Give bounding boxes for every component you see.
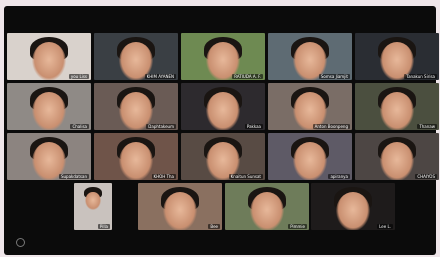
participant-tile[interactable]: Chalisa [7,83,91,130]
participant-video-face [163,192,197,230]
participant-name-label: Somsa Jiamjit [318,74,350,79]
participant-video-face [119,142,153,180]
participant-tile[interactable]: you Liss [7,33,91,80]
participant-tile[interactable]: Supakdatsan [7,133,91,180]
participant-tile[interactable]: Thanaw [355,83,439,130]
participant-name-label: Anton Boonpeng [312,124,350,129]
participant-tile[interactable]: Pakkaa [181,83,265,130]
participant-tile[interactable]: Anton Boonpeng [268,83,352,130]
participant-name-label: KHOH Tha [151,174,176,179]
participant-tile[interactable]: Knaitun Sunsat [181,133,265,180]
participant-tile[interactable]: Pilla [74,183,112,230]
participant-video-face [380,92,414,130]
participant-name-label: RATIUDA A. F. [232,74,263,79]
participant-name-label: KHIM AYANEN [144,74,176,79]
participant-grid: you Liss KHIM AYANEN RATIUDA A. F. Somsa Ji… [4,6,439,255]
participant-name-label: Supakdatsan [58,174,89,179]
meeting-menu-icon[interactable] [16,238,25,247]
participant-video-face [206,92,240,130]
participant-video-face [85,192,101,211]
participant-name-label: Daphtakeum [146,124,176,129]
participant-video-face [32,42,66,80]
participant-tile[interactable]: CHAIYOS [355,133,439,180]
participant-name-label: Bee [208,224,220,229]
participant-tile[interactable]: Bee [138,183,222,230]
participant-tile[interactable]: Pimmie [225,183,309,230]
participant-tile[interactable]: Tanakun Sirisa [355,33,439,80]
participant-video-face [336,192,370,230]
participant-name-label: apiranya [328,174,350,179]
participant-video-face [293,142,327,180]
participant-tile[interactable]: RATIUDA A. F. [181,33,265,80]
participant-video-face [250,192,284,230]
participant-name-label: Lee L. [377,224,393,229]
participant-tile[interactable]: Lee L. [311,183,395,230]
participant-video-face [380,142,414,180]
participant-name-label: Tanakun Sirisa [404,74,437,79]
participant-name-label: Pakkaa [244,124,263,129]
participant-name-label: Knaitun Sunsat [228,174,263,179]
participant-video-face [32,92,66,130]
participant-tile[interactable]: KHOH Tha [94,133,178,180]
participant-tile[interactable]: Daphtakeum [94,83,178,130]
participant-name-label: you Liss [68,74,89,79]
participant-name-label: CHAIYOS [415,174,437,179]
participant-tile[interactable]: apiranya [268,133,352,180]
participant-name-label: Pilla [97,224,110,229]
participant-name-label: Thanaw [417,124,437,129]
zoom-gallery-window: you Liss KHIM AYANEN RATIUDA A. F. Somsa Ji… [4,6,439,255]
participant-name-label: Pimmie [288,224,307,229]
participant-tile[interactable]: Somsa Jiamjit [268,33,352,80]
participant-tile[interactable]: KHIM AYANEN [94,33,178,80]
participant-name-label: Chalisa [70,124,89,129]
